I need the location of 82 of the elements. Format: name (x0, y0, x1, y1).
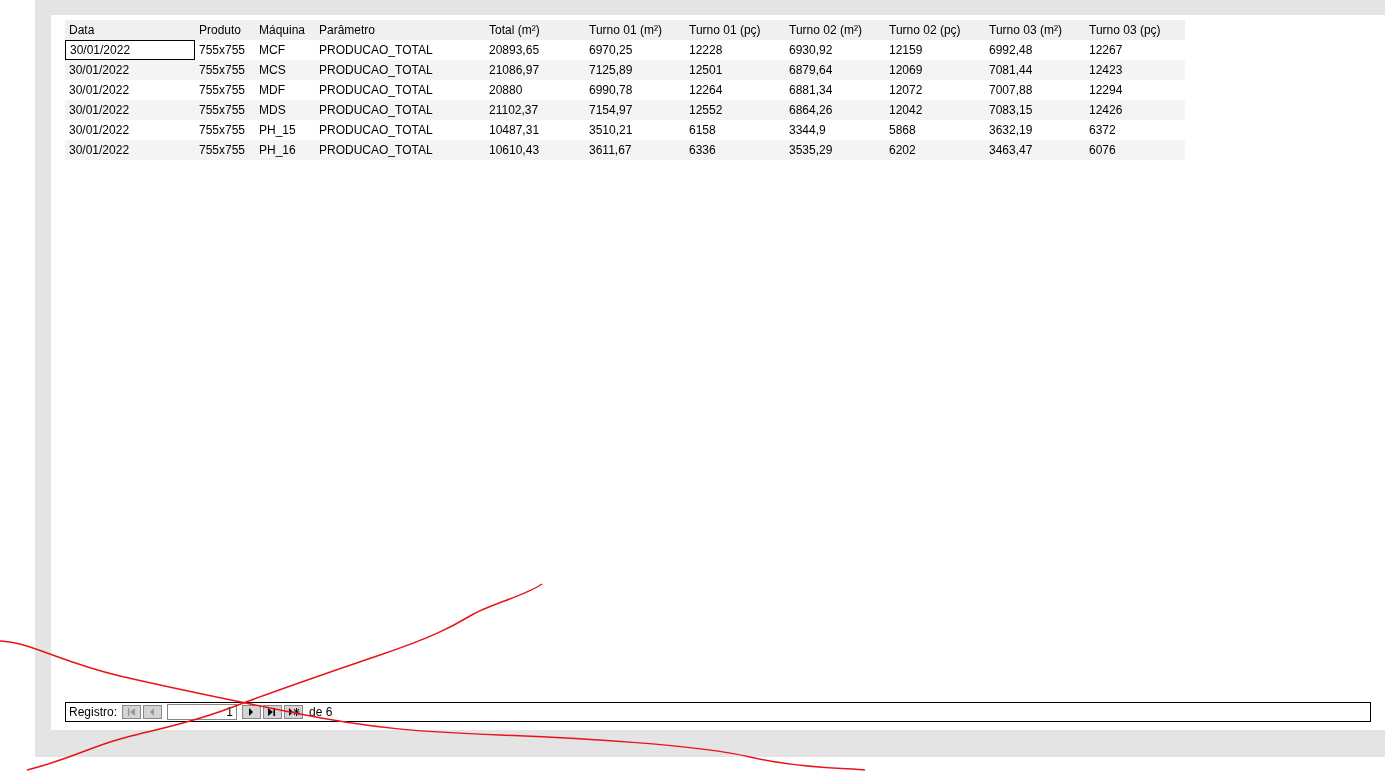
first-icon (125, 707, 138, 717)
table-cell: 7125,89 (585, 60, 685, 80)
table-cell-text: 3632,19 (988, 122, 1034, 139)
table-cell: 7081,44 (985, 60, 1085, 80)
table-cell: 10610,43 (485, 140, 585, 160)
table-cell: 12423 (1085, 60, 1185, 80)
table-cell-text: MCF (258, 42, 286, 59)
table-cell: 12552 (685, 100, 785, 120)
table-cell-text: 6970,25 (588, 42, 634, 59)
table-cell: 21086,97 (485, 60, 585, 80)
record-count: de 6 (309, 705, 333, 719)
column-header: Turno 02 (m²) (785, 20, 885, 40)
table-cell-text: 3344,9 (788, 122, 827, 139)
table-cell: 6076 (1085, 140, 1185, 160)
navigator-label: Registro: (69, 705, 118, 719)
table-cell-text: 12294 (1088, 82, 1124, 99)
table-cell-text: 30/01/2022 (68, 82, 131, 99)
table-cell: 21102,37 (485, 100, 585, 120)
table-cell: 755x755 (195, 140, 255, 160)
table-cell: 3535,29 (785, 140, 885, 160)
table-cell-text: 12159 (888, 42, 924, 59)
new-record-icon (287, 707, 300, 717)
column-header: Turno 01 (pç) (685, 20, 785, 40)
table-cell: 3463,47 (985, 140, 1085, 160)
column-header: Máquina (255, 20, 315, 40)
column-header: Parâmetro (315, 20, 485, 40)
table-cell-text: 755x755 (198, 82, 247, 99)
table-cell-text: MDF (258, 82, 286, 99)
table-cell-text: 755x755 (198, 122, 247, 139)
table-cell: 30/01/2022 (65, 140, 195, 160)
table-cell: 6202 (885, 140, 985, 160)
column-header: Turno 03 (pç) (1085, 20, 1185, 40)
table-cell-text: 6881,34 (788, 82, 834, 99)
table-cell: 755x755 (195, 60, 255, 80)
table-cell: MDS (255, 100, 315, 120)
table-cell-text: 12228 (688, 42, 724, 59)
table-cell: 30/01/2022 (65, 40, 195, 60)
table-cell-text: 755x755 (198, 42, 247, 59)
table-cell-text: 6158 (688, 122, 717, 139)
table-cell: 6336 (685, 140, 785, 160)
table-cell: 7154,97 (585, 100, 685, 120)
column-header: Produto (195, 20, 255, 40)
table-cell-text: 5868 (888, 122, 917, 139)
column-header: Data (65, 20, 195, 40)
table-cell-text: 20880 (488, 82, 524, 99)
column-header: Total (m²) (485, 20, 585, 40)
table-cell: 12069 (885, 60, 985, 80)
table-cell: 755x755 (195, 100, 255, 120)
table-cell: 12426 (1085, 100, 1185, 120)
table-cell: 30/01/2022 (65, 100, 195, 120)
next-record-button[interactable] (242, 705, 262, 719)
table-cell: 6879,64 (785, 60, 885, 80)
table-cell-text: 6990,78 (588, 82, 634, 99)
table-cell-text: 20893,65 (488, 42, 541, 59)
table-cell-text: PRODUCAO_TOTAL (318, 82, 434, 99)
table-cell-text: 30/01/2022 (68, 122, 131, 139)
table-cell-text: PRODUCAO_TOTAL (318, 122, 434, 139)
table-cell: PH_16 (255, 140, 315, 160)
table-cell-text: 10487,31 (488, 122, 541, 139)
table-cell: MCS (255, 60, 315, 80)
table-cell: 6864,26 (785, 100, 885, 120)
table-cell-text: 12267 (1088, 42, 1124, 59)
table-cell: PRODUCAO_TOTAL (315, 140, 485, 160)
table-cell-text: 7007,88 (988, 82, 1034, 99)
table-cell-text: PRODUCAO_TOTAL (318, 42, 434, 59)
column-header: Turno 01 (m²) (585, 20, 685, 40)
column-header: Turno 03 (m²) (985, 20, 1085, 40)
table-cell-text: 12072 (888, 82, 924, 99)
table-cell-text: 6372 (1088, 122, 1117, 139)
table-cell: 30/01/2022 (65, 60, 195, 80)
table-cell: PRODUCAO_TOTAL (315, 100, 485, 120)
table-cell: 12042 (885, 100, 985, 120)
table-cell: PRODUCAO_TOTAL (315, 60, 485, 80)
table-cell-text: 6930,92 (788, 42, 834, 59)
table-cell-text: PH_15 (258, 122, 297, 139)
table-cell: 3611,67 (585, 140, 685, 160)
table-cell-text: 3510,21 (588, 122, 634, 139)
column-header: Turno 02 (pç) (885, 20, 985, 40)
table-cell: 7083,15 (985, 100, 1085, 120)
table-cell-text: 6992,48 (988, 42, 1034, 59)
table-cell: 12501 (685, 60, 785, 80)
table-cell-text: 12264 (688, 82, 724, 99)
